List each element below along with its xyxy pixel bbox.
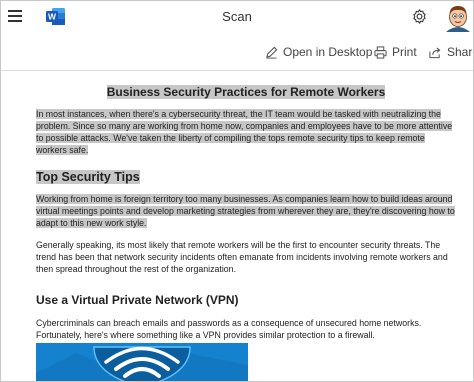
- print-button[interactable]: Print: [374, 45, 417, 59]
- print-label: Print: [392, 45, 417, 59]
- gear-icon[interactable]: [411, 8, 428, 25]
- section-heading-vpn: Use a Virtual Private Network (VPN): [36, 293, 239, 307]
- tips-paragraph-1: Working from home is foreign territory t…: [36, 193, 456, 229]
- document-heading-text: Business Security Practices for Remote W…: [106, 85, 386, 99]
- share-icon: [429, 46, 441, 58]
- app-window: W Scan Open in Desktop Print Shar Busine…: [0, 0, 474, 382]
- section-heading-tips: Top Security Tips: [36, 170, 456, 184]
- command-toolbar: Open in Desktop Print Share: [1, 34, 473, 71]
- document-title-bar: Scan: [222, 9, 252, 24]
- printer-icon: [374, 45, 387, 59]
- intro-paragraph: In most instances, when there's a cybers…: [36, 108, 456, 156]
- wifi-shield-icon: [36, 343, 248, 381]
- tips-paragraph-2: Generally speaking, its most likely that…: [36, 240, 448, 274]
- section-heading-tips-text: Top Security Tips: [36, 170, 140, 184]
- tips-paragraph-1-text: Working from home is foreign territory t…: [36, 194, 455, 228]
- document-body: Business Security Practices for Remote W…: [36, 71, 456, 381]
- document-heading: Business Security Practices for Remote W…: [36, 85, 456, 99]
- document-canvas[interactable]: Business Security Practices for Remote W…: [1, 71, 473, 381]
- vpn-illustration-image: [36, 343, 248, 381]
- pencil-icon: [266, 46, 278, 59]
- top-bar: W Scan: [1, 1, 473, 34]
- open-in-desktop-button[interactable]: Open in Desktop: [265, 45, 372, 59]
- open-in-desktop-label: Open in Desktop: [283, 45, 373, 59]
- avatar[interactable]: [444, 2, 472, 32]
- share-label: Share: [447, 45, 473, 59]
- share-button[interactable]: Share: [428, 45, 473, 59]
- intro-text: In most instances, when there's a cybers…: [36, 109, 453, 155]
- vpn-paragraph: Cybercriminals can breach emails and pas…: [36, 318, 422, 340]
